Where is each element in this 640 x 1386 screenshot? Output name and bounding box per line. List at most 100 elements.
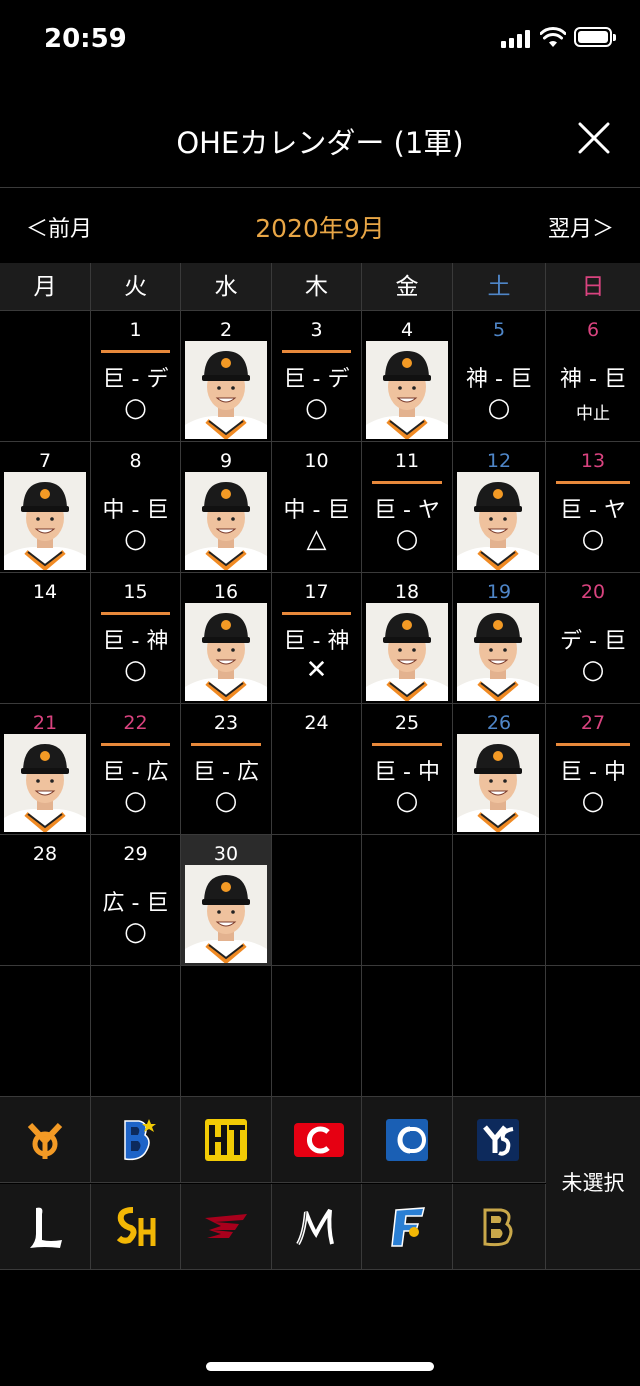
day-cell-23[interactable]: 23 巨 - 広 ○ [181, 704, 272, 835]
day-cell-27[interactable]: 27 巨 - 中 ○ [546, 704, 640, 835]
game-matchup: デ - 巨 [560, 629, 626, 654]
day-number: 20 [580, 581, 606, 603]
day-number: 11 [394, 450, 420, 472]
game-matchup: 巨 - 広 [193, 760, 259, 785]
day-cell-8[interactable]: 8 中 - 巨 ○ [91, 442, 181, 573]
day-cell-14[interactable]: 14 [0, 573, 91, 704]
game-result-mark: ○ [395, 524, 419, 554]
lions-team-button[interactable] [0, 1184, 91, 1270]
day-cell-28[interactable]: 28 [0, 835, 91, 966]
home-game-indicator [372, 743, 442, 746]
day-number: 16 [213, 581, 239, 603]
game-matchup: 巨 - デ [102, 367, 169, 392]
unselected-button[interactable]: 未選択 [546, 1097, 640, 1270]
game-result-mark: ○ [124, 786, 147, 816]
close-icon[interactable] [572, 116, 616, 160]
day-cell-19[interactable]: 19 [453, 573, 546, 704]
day-cell-21[interactable]: 21 [0, 704, 91, 835]
game-matchup: 巨 - 神 [102, 629, 169, 654]
day-cell-26[interactable]: 26 [453, 704, 546, 835]
player-photo [4, 734, 86, 832]
day-cell-22[interactable]: 22 巨 - 広 ○ [91, 704, 181, 835]
status-time: 20:59 [44, 24, 127, 54]
day-number: 19 [486, 581, 512, 603]
weekday-header-cell: 月 [0, 263, 91, 311]
game-matchup: 巨 - 中 [374, 760, 440, 785]
wifi-icon [540, 27, 566, 47]
game-matchup: 中 - 巨 [283, 498, 350, 523]
swallows-team-button[interactable] [453, 1097, 546, 1183]
hawks-team-button[interactable] [91, 1184, 181, 1270]
day-cell-4[interactable]: 4 [362, 311, 453, 442]
game-matchup: 巨 - ヤ [560, 498, 626, 523]
next-month-button[interactable]: 翌月＞ [548, 211, 614, 243]
day-cell-6[interactable]: 6 神 - 巨中止 [546, 311, 640, 442]
game-result-mark: ○ [124, 655, 147, 685]
tigers-team-button[interactable] [181, 1097, 272, 1183]
empty-day-cell [181, 966, 272, 1097]
player-photo [366, 603, 448, 701]
eagles-team-button[interactable] [181, 1184, 272, 1270]
game-result-mark: ○ [395, 786, 419, 816]
day-cell-20[interactable]: 20 デ - 巨 ○ [546, 573, 640, 704]
home-game-indicator [101, 612, 170, 615]
fighters-team-button[interactable] [362, 1184, 453, 1270]
game-matchup: 中 - 巨 [102, 498, 169, 523]
weekday-header-cell: 水 [181, 263, 272, 311]
game-result-mark: ○ [581, 786, 605, 816]
page-title: OHEカレンダー (1軍) [176, 126, 464, 160]
day-cell-16[interactable]: 16 [181, 573, 272, 704]
game-matchup: 巨 - 中 [560, 760, 626, 785]
calendar-weeks: 1巨 - デ ○ 2 3 巨 - デ ○ 4 5 神 - 巨 ○ 6 神 - 巨中止 7 8 中 - 巨 ○ 9… [0, 311, 640, 1097]
battery-icon [574, 27, 616, 47]
day-cell-13[interactable]: 13 巨 - ヤ ○ [546, 442, 640, 573]
home-game-indicator [101, 743, 170, 746]
day-number: 12 [486, 450, 512, 472]
day-cell-12[interactable]: 12 [453, 442, 546, 573]
day-cell-2[interactable]: 2 [181, 311, 272, 442]
day-cell-10[interactable]: 10 中 - 巨 △ [272, 442, 362, 573]
marines-team-button[interactable] [272, 1184, 362, 1270]
calendar-week-row: 21 22 巨 - 広 ○ 23 巨 - 広 ○ 24 25 巨 - 中 ○ 26 27 巨 - 中 ○ [0, 704, 640, 835]
game-result-mark: ○ [581, 655, 605, 685]
day-cell-18[interactable]: 18 [362, 573, 453, 704]
home-indicator [206, 1362, 434, 1371]
player-photo [4, 472, 86, 570]
giants-team-button[interactable] [0, 1097, 91, 1183]
day-number: 18 [394, 581, 420, 603]
day-number: 7 [38, 450, 52, 472]
day-number: 22 [123, 712, 148, 734]
weekday-header-cell: 日 [546, 263, 640, 311]
day-number: 24 [304, 712, 329, 734]
calendar-week-row [0, 966, 640, 1097]
game-matchup: 神 - 巨 [466, 367, 532, 392]
day-cell-7[interactable]: 7 [0, 442, 91, 573]
day-cell-5[interactable]: 5 神 - 巨 ○ [453, 311, 546, 442]
day-cell-9[interactable]: 9 [181, 442, 272, 573]
carp-team-button[interactable] [272, 1097, 362, 1183]
day-cell-15[interactable]: 15 巨 - 神 ○ [91, 573, 181, 704]
day-cell-30[interactable]: 30 [181, 835, 272, 966]
buffaloes-team-button[interactable] [453, 1184, 546, 1270]
day-cell-3[interactable]: 3 巨 - デ ○ [272, 311, 362, 442]
day-cell-17[interactable]: 17 巨 - 神 ✕ [272, 573, 362, 704]
player-photo [185, 603, 267, 701]
day-cell-29[interactable]: 29 広 - 巨 ○ [91, 835, 181, 966]
day-cell-24[interactable]: 24 [272, 704, 362, 835]
day-number: 5 [492, 319, 506, 341]
day-cell-1[interactable]: 1 巨 - デ ○ [91, 311, 181, 442]
game-matchup: 広 - 巨 [102, 891, 169, 916]
calendar-week-row: 1巨 - デ ○ 2 3 巨 - デ ○ 4 5 神 - 巨 ○ 6 神 - 巨中止 [0, 311, 640, 442]
game-result-mark: ○ [124, 917, 147, 947]
day-cell-11[interactable]: 11 巨 - ヤ ○ [362, 442, 453, 573]
home-game-indicator [282, 350, 351, 353]
baystars-team-button[interactable] [91, 1097, 181, 1183]
calendar-grid: 月火水木金土日 1巨 - デ ○ 2 3 巨 - デ ○ 4 5 神 - 巨 ○ 6 神 - 巨中止 7… [0, 263, 640, 1097]
dragons-team-button[interactable] [362, 1097, 453, 1183]
day-cell-25[interactable]: 25 巨 - 中 ○ [362, 704, 453, 835]
game-result-mark: ○ [487, 393, 511, 423]
day-number: 21 [32, 712, 58, 734]
day-number: 13 [580, 450, 606, 472]
game-matchup: 巨 - 神 [283, 629, 350, 654]
header: OHEカレンダー (1軍) [0, 96, 640, 188]
